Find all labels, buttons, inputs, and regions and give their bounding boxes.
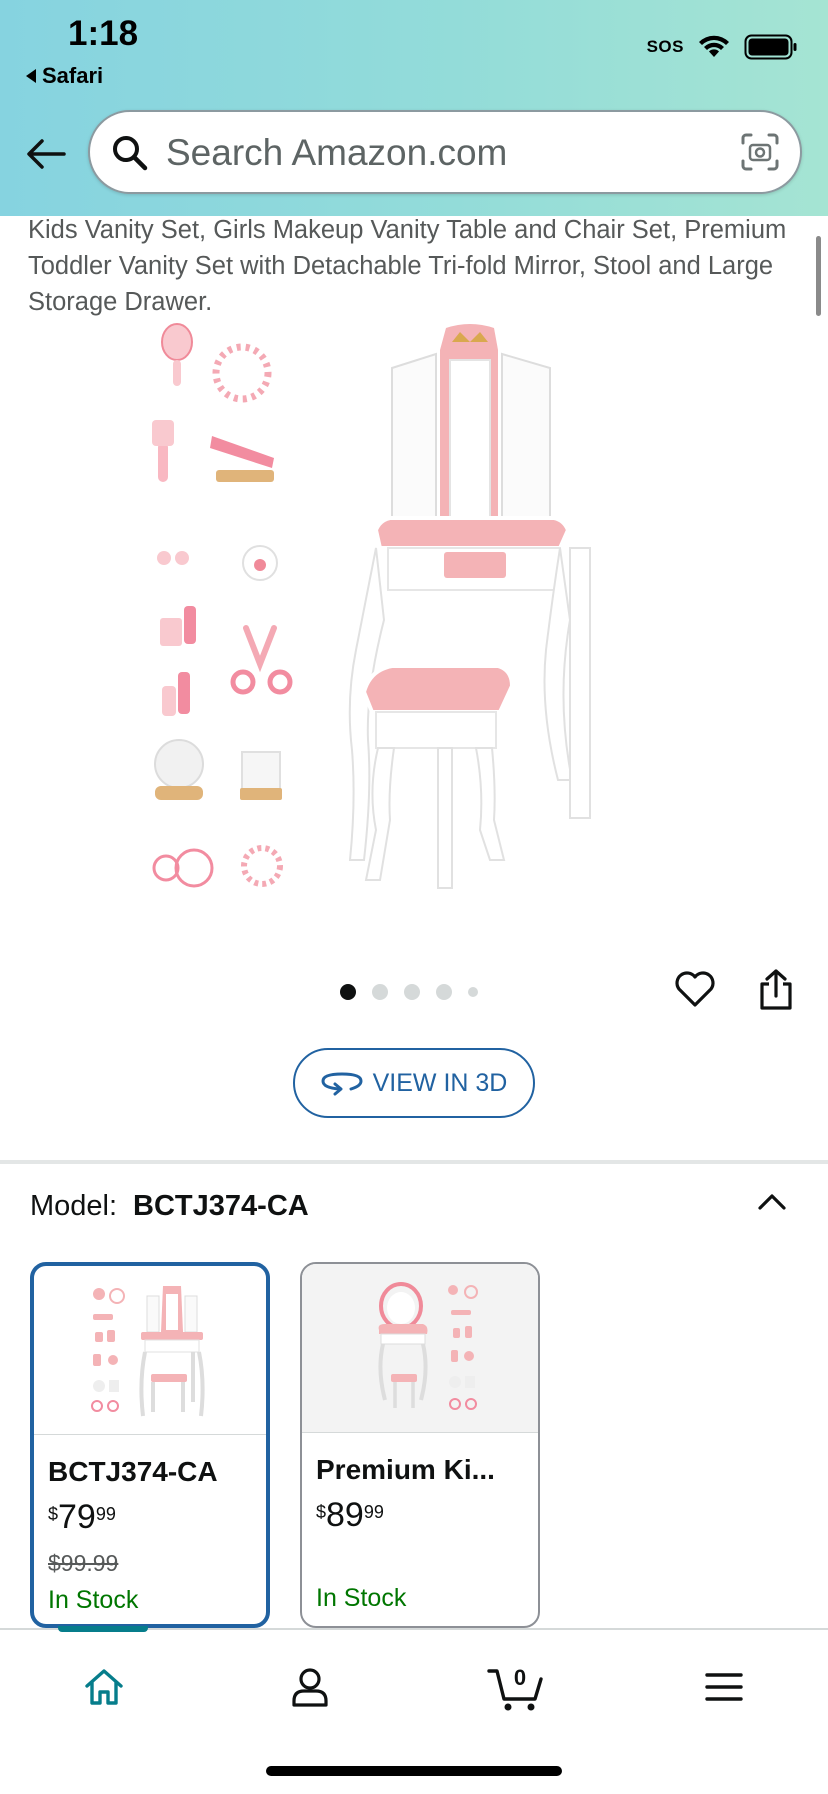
active-tab-indicator xyxy=(58,1626,148,1632)
carousel-dot[interactable] xyxy=(436,984,452,1000)
search-bar[interactable] xyxy=(88,110,802,194)
view-in-3d-label: VIEW IN 3D xyxy=(372,1068,508,1097)
back-app-label: Safari xyxy=(42,63,104,88)
product-image[interactable] xyxy=(140,320,700,910)
price-currency: $ xyxy=(48,1504,59,1524)
cart-count: 0 xyxy=(514,1665,526,1690)
price-fraction: 99 xyxy=(363,1502,384,1522)
image-carousel-dots[interactable] xyxy=(340,984,478,1000)
wishlist-heart-icon[interactable] xyxy=(674,970,716,1008)
vanity-thumbnail-image xyxy=(91,1286,205,1417)
chevron-up-icon[interactable] xyxy=(756,1190,788,1214)
tab-cart[interactable]: 0 xyxy=(477,1652,557,1722)
share-icon[interactable] xyxy=(756,968,796,1012)
tab-home[interactable] xyxy=(64,1652,144,1722)
search-icon xyxy=(113,136,148,171)
model-option-price: $ 89 99 xyxy=(316,1496,384,1535)
model-option-stock: In Stock xyxy=(316,1584,407,1612)
price-whole: 89 xyxy=(326,1496,364,1534)
rotate-3d-icon xyxy=(321,1072,363,1096)
back-arrow-icon[interactable] xyxy=(24,136,68,172)
carousel-dot[interactable] xyxy=(372,984,388,1000)
price-whole: 79 xyxy=(58,1498,96,1536)
model-option-price: $ 79 99 xyxy=(48,1498,116,1537)
vanity-thumbnail-image xyxy=(378,1282,478,1410)
model-option-name: BCTJ374-CA xyxy=(48,1456,218,1487)
model-selector-header: Model: BCTJ374-CA xyxy=(30,1190,309,1223)
model-label: Model: xyxy=(30,1190,118,1222)
model-option-thumbnail xyxy=(34,1266,266,1435)
carousel-dot[interactable] xyxy=(340,984,356,1000)
person-icon xyxy=(292,1668,328,1707)
tab-account[interactable] xyxy=(270,1652,350,1722)
camera-scan-icon[interactable] xyxy=(740,132,780,172)
app-header: 1:18 Safari SOS xyxy=(0,0,828,216)
status-icons: SOS xyxy=(647,34,798,60)
section-divider xyxy=(0,1160,828,1164)
back-triangle-icon xyxy=(26,69,36,83)
price-fraction: 99 xyxy=(95,1504,116,1524)
carousel-dot[interactable] xyxy=(468,987,478,997)
battery-icon xyxy=(744,34,797,60)
model-option-thumbnail xyxy=(302,1264,538,1433)
scrollbar[interactable] xyxy=(816,236,821,316)
home-icon xyxy=(85,1669,123,1705)
model-value: BCTJ374-CA xyxy=(133,1190,309,1222)
back-to-safari-link[interactable]: Safari xyxy=(26,63,103,89)
model-option-name: Premium Ki... xyxy=(316,1454,495,1485)
home-indicator[interactable] xyxy=(266,1766,562,1776)
search-input[interactable] xyxy=(164,126,728,180)
model-option-card-bctj374-ca[interactable]: BCTJ374-CA $ 79 99 $99.99 In Stock xyxy=(30,1262,270,1628)
cart-icon: 0 xyxy=(487,1665,543,1711)
model-option-stock: In Stock xyxy=(48,1586,139,1614)
hamburger-menu-icon xyxy=(705,1673,743,1701)
accessories-illustration xyxy=(152,323,293,888)
model-option-list-price: $99.99 xyxy=(48,1550,119,1576)
product-title: Kids Vanity Set, Girls Makeup Vanity Tab… xyxy=(28,216,787,316)
model-option-card-premium[interactable]: Premium Ki... $ 89 99 In Stock xyxy=(300,1262,540,1628)
price-currency: $ xyxy=(316,1502,327,1522)
status-time: 1:18 xyxy=(68,14,139,53)
sos-indicator: SOS xyxy=(646,37,684,56)
carousel-dot[interactable] xyxy=(404,984,420,1000)
view-in-3d-button[interactable]: VIEW IN 3D xyxy=(293,1048,535,1118)
tab-menu[interactable] xyxy=(684,1652,764,1722)
wifi-icon xyxy=(699,35,729,57)
vanity-table-illustration xyxy=(348,324,591,889)
